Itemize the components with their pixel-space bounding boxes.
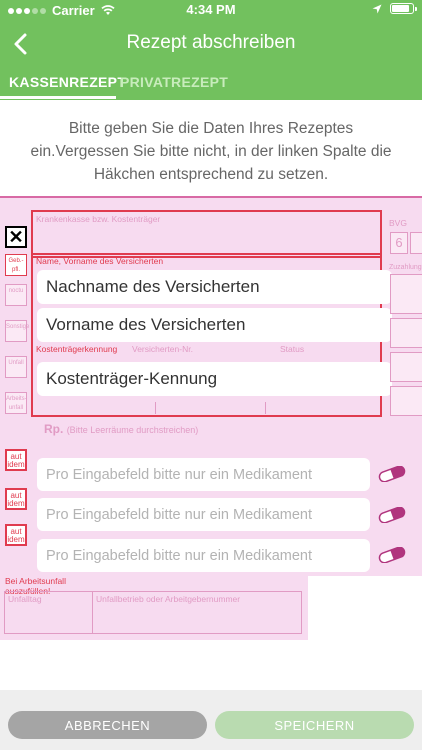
checked-box[interactable]: ✕ — [5, 226, 27, 248]
bvg-label: BVG — [389, 218, 407, 228]
status-label: Status — [280, 344, 305, 354]
geb-pfl-box[interactable]: Geb.-pfl. — [5, 254, 27, 276]
pill-icon[interactable] — [378, 466, 406, 482]
active-tab-indicator — [0, 96, 116, 99]
right-cell — [390, 274, 422, 314]
rp-label: Rp. (Bitte Leerräume durchstreichen) — [44, 422, 198, 436]
tab-bar: KASSENREZEPT PRIVATREZEPT — [0, 70, 422, 100]
noctu-box[interactable]: noctu — [5, 284, 27, 306]
form-cutout — [308, 576, 422, 640]
right-cell — [390, 386, 422, 416]
status-bar: Carrier 4:34 PM — [0, 0, 422, 20]
save-button[interactable]: SPEICHERN — [215, 711, 414, 739]
footer-bar: ABBRECHEN SPEICHERN — [0, 690, 422, 750]
rp-hint: (Bitte Leerräume durchstreichen) — [66, 425, 199, 435]
unfall-box[interactable]: Unfall — [5, 356, 27, 378]
kostentraeger-input[interactable]: Kostenträger-Kennung — [37, 362, 392, 396]
location-arrow-icon — [372, 4, 382, 13]
krankenkasse-label: Krankenkasse bzw. Kostenträger — [36, 214, 161, 224]
prescription-form: ✕ Geb.-pfl. noctu Sonstige Unfall Arbeit… — [0, 196, 422, 640]
unfallbetrieb-label: Unfallbetrieb oder Arbeitgebernummer — [96, 594, 241, 604]
versicherten-nr-label: Versicherten-Nr. — [132, 344, 193, 354]
name-label: Name, Vorname des Versicherten — [36, 256, 164, 266]
medication-input-1[interactable]: Pro Eingabefeld bitte nur ein Medikament — [37, 458, 370, 491]
app-header: Carrier 4:34 PM Rezept abschreiben KASSE… — [0, 0, 422, 100]
kostentraegerkennung-label: Kostenträgerkennung — [36, 344, 118, 354]
page-title: Rezept abschreiben — [126, 32, 296, 53]
battery-icon — [390, 3, 417, 14]
tab-kassenrezept[interactable]: KASSENREZEPT — [9, 74, 126, 90]
sonstige-box[interactable]: Sonstige — [5, 320, 29, 342]
right-cell — [390, 318, 422, 348]
status-right — [372, 3, 417, 14]
arbeitsunfall-section: Bei Arbeitsunfall auszufüllen! Unfalltag… — [0, 576, 308, 640]
cancel-button[interactable]: ABBRECHEN — [8, 711, 207, 739]
zuzahlung-label: Zuzahlung — [389, 264, 422, 271]
aut-idem-checkbox-1[interactable]: aut idem — [5, 449, 27, 471]
tab-privatrezept[interactable]: PRIVATREZEPT — [120, 74, 228, 90]
medication-input-3[interactable]: Pro Eingabefeld bitte nur ein Medikament — [37, 539, 370, 572]
right-cell — [410, 232, 422, 254]
unfalltag-label: Unfalltag — [8, 594, 42, 604]
vorname-input[interactable]: Vorname des Versicherten — [37, 308, 392, 342]
aut-idem-checkbox-3[interactable]: aut idem — [5, 524, 27, 546]
bvg-digit: 6 — [390, 232, 408, 254]
divider-line — [155, 402, 156, 414]
pill-icon[interactable] — [378, 547, 406, 563]
form-top-border — [0, 196, 422, 198]
right-cell — [390, 352, 422, 382]
arbeitsunfall-box[interactable]: Arbeits-unfall — [5, 392, 27, 414]
divider-line — [265, 402, 266, 414]
medication-input-2[interactable]: Pro Eingabefeld bitte nur ein Medikament — [37, 498, 370, 531]
status-time: 4:34 PM — [186, 2, 236, 17]
nachname-input[interactable]: Nachname des Versicherten — [37, 270, 392, 304]
rp-text: Rp. — [44, 422, 64, 436]
aut-idem-checkbox-2[interactable]: aut idem — [5, 488, 27, 510]
intro-text: Bitte geben Sie die Daten Ihres Rezeptes… — [30, 120, 392, 183]
divider-line — [92, 591, 93, 634]
right-column-frame: BVG 6 Zuzahlung — [386, 208, 422, 418]
pill-icon[interactable] — [378, 507, 406, 523]
